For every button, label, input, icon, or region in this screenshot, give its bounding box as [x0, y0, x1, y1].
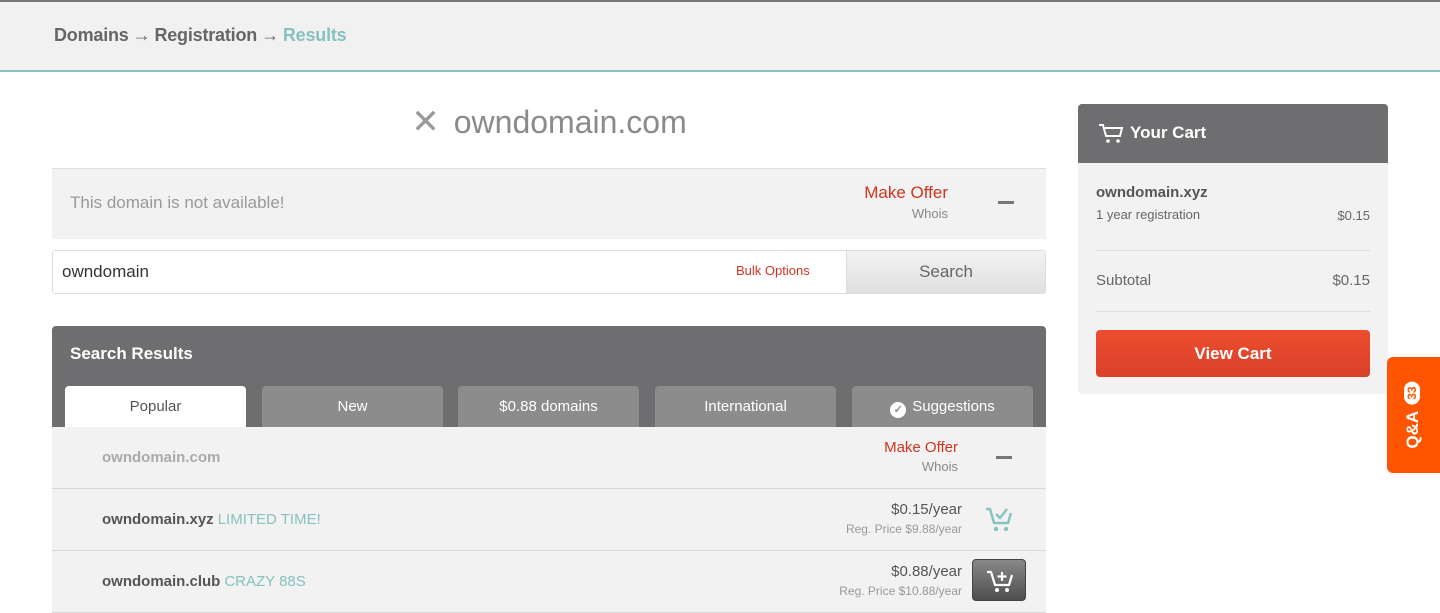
view-cart-button[interactable]: View Cart	[1096, 330, 1370, 377]
qa-tab[interactable]: Q&A 33	[1387, 357, 1440, 473]
price: $0.15/year	[891, 501, 962, 518]
offer-actions: Make Offer Whois	[864, 183, 948, 221]
top-bar: Domains → Registration → Results	[0, 0, 1440, 72]
result-row: owndomain.com Make Offer Whois	[52, 427, 1046, 489]
cart-item-price: $0.15	[1337, 208, 1370, 223]
domain-name: owndomain.club	[102, 573, 221, 590]
tab-international[interactable]: International	[655, 386, 836, 427]
results-title: Search Results	[70, 344, 193, 363]
tab-new[interactable]: New	[262, 386, 443, 427]
qa-count-badge: 33	[1404, 381, 1420, 405]
searched-domain: owndomain.com	[453, 104, 687, 140]
check-circle-icon: ✓	[890, 402, 907, 418]
breadcrumb: Domains → Registration → Results	[54, 25, 347, 46]
promo-tag: LIMITED TIME!	[217, 511, 321, 528]
domain-name: owndomain.xyz	[102, 511, 214, 528]
x-icon: ✕	[411, 103, 440, 141]
result-domain: owndomain.club CRAZY 88S	[102, 573, 306, 590]
subtotal-value: $0.15	[1332, 272, 1370, 289]
breadcrumb-registration[interactable]: Registration	[154, 25, 257, 45]
search-bar: Bulk Options Search	[52, 250, 1046, 294]
tab-suggestions-label: Suggestions	[912, 398, 995, 415]
result-row: owndomain.xyz LIMITED TIME! $0.15/year Re…	[52, 489, 1046, 551]
cart-item: owndomain.xyz 1 year registration $0.15	[1096, 184, 1370, 223]
qa-tab-content: Q&A 33	[1403, 381, 1423, 449]
availability-message: This domain is not available!	[70, 193, 285, 212]
searched-domain-heading: ✕ owndomain.com	[52, 102, 1046, 142]
price-block: $0.15/year Reg. Price $9.88/year	[846, 501, 962, 536]
subtotal-label: Subtotal	[1096, 272, 1152, 289]
whois-link[interactable]: Whois	[884, 459, 958, 474]
tab-suggestions[interactable]: ✓ Suggestions	[852, 386, 1033, 427]
collapse-icon[interactable]	[998, 201, 1014, 204]
result-domain: owndomain.com	[102, 449, 221, 466]
collapse-icon[interactable]	[996, 456, 1012, 459]
cart-header: Your Cart	[1078, 104, 1388, 163]
price-block: $0.88/year Reg. Price $10.88/year	[839, 563, 962, 598]
results-header: Search Results Popular New $0.88 domains…	[52, 326, 1046, 427]
cart-item-name: owndomain.xyz	[1096, 184, 1208, 201]
cart-added-icon[interactable]	[984, 505, 1014, 533]
offer-actions: Make Offer Whois	[884, 439, 958, 474]
breadcrumb-domains[interactable]: Domains	[54, 25, 129, 45]
qa-label: Q&A	[1403, 410, 1422, 449]
add-to-cart-button[interactable]	[972, 559, 1026, 601]
cart-icon	[1099, 124, 1124, 143]
subtotal-row: Subtotal $0.15	[1096, 272, 1370, 289]
price: $0.88/year	[891, 563, 962, 580]
cart-item-description: 1 year registration	[1096, 207, 1201, 222]
whois-link[interactable]: Whois	[864, 206, 948, 221]
regular-price: Reg. Price $10.88/year	[839, 584, 962, 598]
result-domain: owndomain.xyz LIMITED TIME!	[102, 511, 321, 528]
cart-panel: Your Cart owndomain.xyz 1 year registrat…	[1078, 104, 1388, 394]
make-offer-link[interactable]: Make Offer	[884, 439, 958, 456]
cart-plus-icon	[987, 570, 1014, 592]
breadcrumb-results: Results	[282, 25, 347, 45]
divider	[1096, 311, 1370, 312]
tab-popular[interactable]: Popular	[65, 386, 246, 427]
bulk-options-link[interactable]: Bulk Options	[736, 263, 810, 278]
divider	[1096, 250, 1370, 251]
search-input[interactable]	[62, 262, 662, 282]
cart-title: Your Cart	[1130, 123, 1207, 142]
breadcrumb-separator: →	[261, 25, 279, 45]
regular-price: Reg. Price $9.88/year	[845, 522, 962, 536]
promo-tag: CRAZY 88S	[224, 573, 306, 590]
search-results: Search Results Popular New $0.88 domains…	[52, 326, 1046, 613]
tab-088-domains[interactable]: $0.88 domains	[458, 386, 639, 427]
search-button[interactable]: Search	[846, 251, 1045, 293]
result-row: owndomain.club CRAZY 88S $0.88/year Reg. …	[52, 551, 1046, 613]
breadcrumb-separator: →	[132, 25, 151, 45]
make-offer-link[interactable]: Make Offer	[864, 183, 948, 203]
availability-panel: This domain is not available! Make Offer…	[52, 169, 1046, 239]
